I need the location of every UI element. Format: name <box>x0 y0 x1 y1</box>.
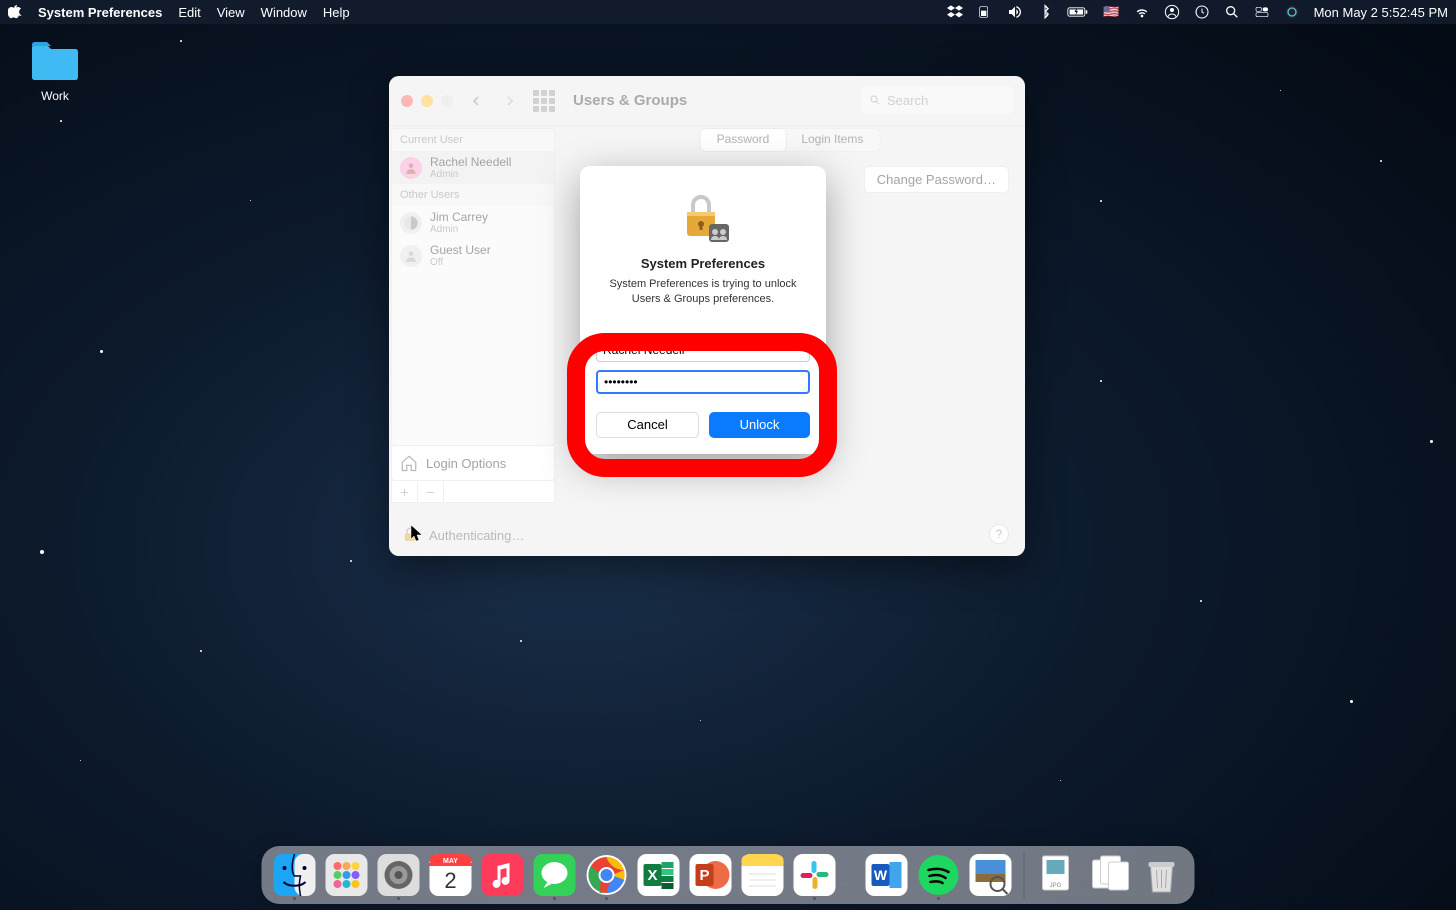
spotlight-icon[interactable] <box>1224 4 1240 20</box>
desktop-folder-work[interactable]: Work <box>20 40 90 103</box>
dock-preview[interactable] <box>968 852 1014 898</box>
svg-text:W: W <box>874 867 888 883</box>
user-role: Admin <box>430 224 488 235</box>
unlock-button[interactable]: Unlock <box>709 412 810 438</box>
menubar-view[interactable]: View <box>217 5 245 20</box>
cursor-icon <box>411 525 425 543</box>
login-options-label: Login Options <box>426 456 506 471</box>
dock-finder[interactable] <box>272 852 318 898</box>
menubar-edit[interactable]: Edit <box>178 5 200 20</box>
auth-dialog: System Preferences System Preferences is… <box>580 166 826 454</box>
dropbox-icon[interactable] <box>947 4 963 20</box>
user-icon[interactable] <box>1164 4 1180 20</box>
menubar-help[interactable]: Help <box>323 5 350 20</box>
svg-text:X: X <box>647 867 657 884</box>
dock-recent-jpg[interactable]: JPG <box>1035 852 1081 898</box>
dock-excel[interactable]: X <box>636 852 682 898</box>
window-titlebar: Users & Groups Search <box>389 76 1025 126</box>
dock: MAY 2 X P W JPG <box>262 846 1195 904</box>
close-button[interactable] <box>401 95 413 107</box>
house-icon <box>400 454 418 472</box>
dock-spotify[interactable] <box>916 852 962 898</box>
user-role: Off <box>430 257 491 268</box>
tabs: Password Login Items <box>700 128 881 152</box>
volume-icon[interactable] <box>1007 4 1023 20</box>
desktop-folder-label: Work <box>20 89 90 103</box>
dock-chrome[interactable] <box>584 852 630 898</box>
back-button[interactable] <box>465 90 487 112</box>
menubar-app-name[interactable]: System Preferences <box>38 5 162 20</box>
help-button[interactable]: ? <box>989 524 1009 544</box>
current-user-header: Current User <box>392 129 554 151</box>
dock-notes[interactable] <box>740 852 786 898</box>
show-all-button[interactable] <box>533 90 555 112</box>
user-role: Admin <box>430 169 511 180</box>
folder-icon <box>30 40 80 82</box>
dock-calendar[interactable]: MAY 2 <box>428 852 474 898</box>
user-name: Rachel Needell <box>430 155 511 169</box>
window-title: Users & Groups <box>573 92 687 109</box>
search-input[interactable]: Search <box>861 86 1013 114</box>
forward-button[interactable] <box>499 90 521 112</box>
svg-text:P: P <box>699 867 709 884</box>
dock-launchpad[interactable] <box>324 852 370 898</box>
search-placeholder: Search <box>887 93 928 108</box>
svg-text:2: 2 <box>444 868 456 893</box>
menubar-window[interactable]: Window <box>261 5 307 20</box>
battery-status-icon[interactable] <box>977 4 993 20</box>
dock-word[interactable]: W <box>864 852 910 898</box>
user-name: Guest User <box>430 243 491 257</box>
menubar-datetime[interactable]: Mon May 2 5:52:45 PM <box>1314 5 1448 20</box>
add-remove-user-bar: + − <box>391 481 555 503</box>
bluetooth-icon[interactable] <box>1037 4 1053 20</box>
dock-trash[interactable] <box>1139 852 1185 898</box>
wifi-icon[interactable] <box>1134 4 1150 20</box>
password-field[interactable] <box>596 370 810 394</box>
users-sidebar: Current User Rachel Needell Admin Other … <box>391 128 555 446</box>
siri-icon[interactable] <box>1284 4 1300 20</box>
tab-login-items[interactable]: Login Items <box>785 129 879 151</box>
change-password-button[interactable]: Change Password… <box>864 166 1009 193</box>
lock-users-icon <box>675 188 731 244</box>
dialog-message: System Preferences is trying to unlock U… <box>596 277 810 308</box>
avatar-icon <box>400 245 422 267</box>
add-user-button[interactable]: + <box>392 481 418 502</box>
avatar-icon <box>400 157 422 179</box>
dock-messages[interactable] <box>532 852 578 898</box>
other-users-header: Other Users <box>392 184 554 206</box>
cancel-button[interactable]: Cancel <box>596 412 699 438</box>
menubar: System Preferences Edit View Window Help… <box>0 0 1456 24</box>
apple-logo-icon[interactable] <box>8 5 22 19</box>
dock-recent-docs[interactable] <box>1087 852 1133 898</box>
battery-icon[interactable] <box>1067 4 1089 20</box>
minimize-button[interactable] <box>421 95 433 107</box>
zoom-button[interactable] <box>441 95 453 107</box>
sidebar-user-jim[interactable]: Jim Carrey Admin <box>392 206 554 239</box>
time-machine-icon[interactable] <box>1194 4 1210 20</box>
tab-password[interactable]: Password <box>701 129 786 151</box>
control-center-icon[interactable] <box>1254 4 1270 20</box>
dock-separator <box>1024 852 1025 898</box>
search-icon <box>869 94 881 106</box>
svg-text:MAY: MAY <box>443 858 458 865</box>
avatar-icon <box>400 212 422 234</box>
dock-powerpoint[interactable]: P <box>688 852 734 898</box>
flag-icon[interactable]: 🇺🇸 <box>1103 4 1119 20</box>
username-field[interactable] <box>596 338 810 362</box>
dock-music[interactable] <box>480 852 526 898</box>
svg-text:JPG: JPG <box>1050 883 1062 889</box>
sidebar-user-rachel[interactable]: Rachel Needell Admin <box>392 151 554 184</box>
sidebar-user-guest[interactable]: Guest User Off <box>392 239 554 272</box>
login-options-button[interactable]: Login Options <box>391 446 555 481</box>
authenticating-label: Authenticating… <box>429 528 524 543</box>
dialog-title: System Preferences <box>596 256 810 271</box>
user-name: Jim Carrey <box>430 210 488 224</box>
dock-slack[interactable] <box>792 852 838 898</box>
remove-user-button[interactable]: − <box>418 481 444 502</box>
dock-settings[interactable] <box>376 852 422 898</box>
